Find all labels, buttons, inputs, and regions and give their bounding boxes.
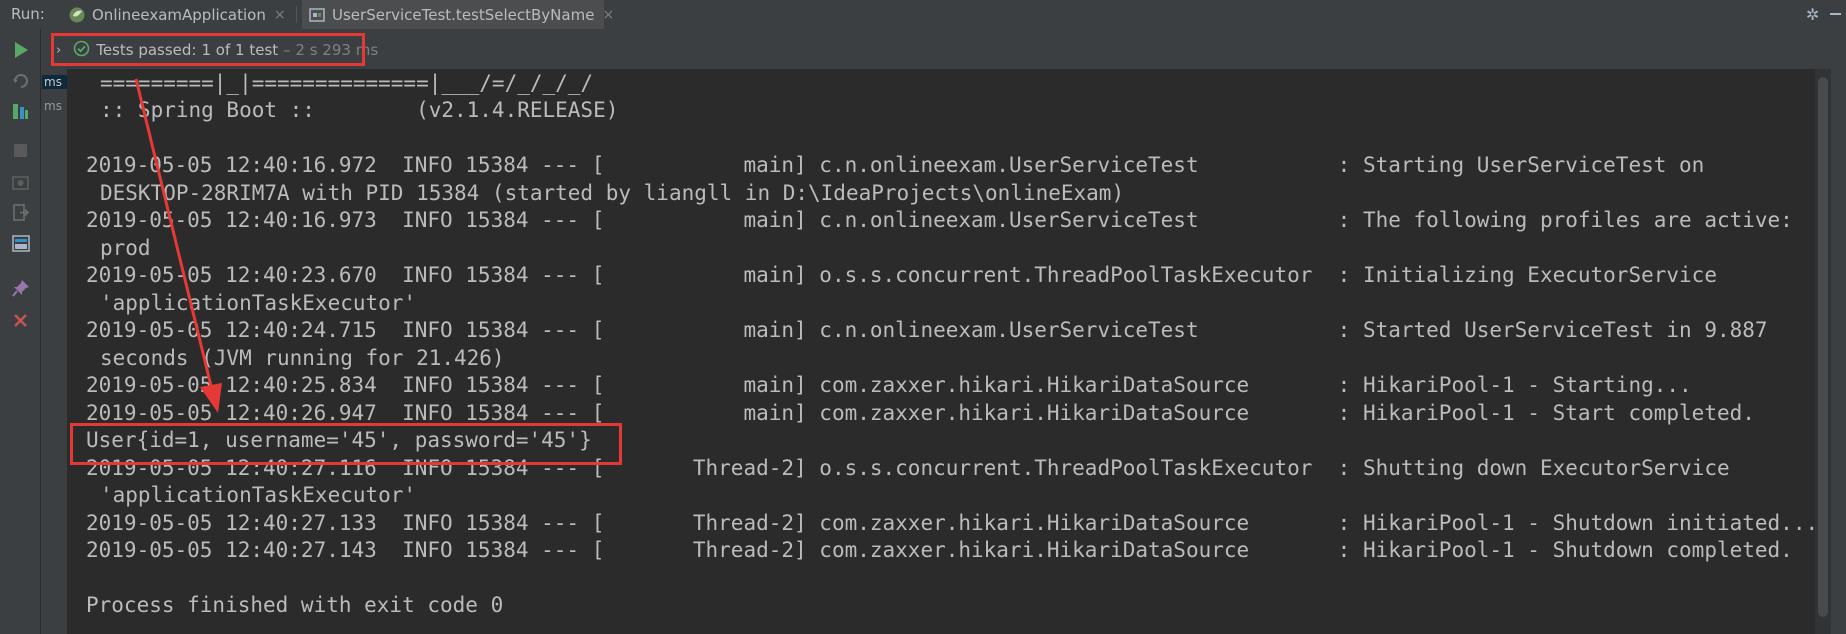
status-highlight-box [51, 33, 365, 66]
console-line: :: Spring Boot :: (v2.1.4.RELEASE) [100, 98, 619, 122]
snapshot-icon[interactable] [11, 173, 30, 192]
console-line: 2019-05-05 12:40:25.834 INFO 15384 --- [… [86, 373, 1692, 397]
pin-icon[interactable] [11, 278, 30, 297]
test-config-icon [308, 6, 326, 24]
gear-icon[interactable]: ✲ [1806, 5, 1819, 24]
spring-boot-icon [68, 6, 86, 24]
close-icon[interactable] [11, 311, 30, 330]
tab-onlineexam-application[interactable]: OnlineexamApplication × [68, 0, 297, 29]
layout-icon[interactable] [11, 234, 30, 253]
exit-icon[interactable] [11, 203, 30, 222]
console-line: 2019-05-05 12:40:24.715 INFO 15384 --- [… [86, 318, 1768, 342]
rerun-failed-icon[interactable] [11, 71, 30, 90]
scrollbar-thumb[interactable] [1818, 77, 1828, 617]
minimize-icon[interactable] [1830, 13, 1841, 15]
console-line: 2019-05-05 12:40:16.973 INFO 15384 --- [… [86, 208, 1793, 232]
tab-label: OnlineexamApplication [92, 5, 266, 24]
console-line: =========|_|==============|___/=/_/_/_/ [100, 71, 594, 95]
console-line: 'applicationTaskExecutor' [100, 291, 417, 315]
left-toolbar [0, 29, 41, 634]
console-line: 2019-05-05 12:40:16.972 INFO 15384 --- [… [86, 153, 1705, 177]
console-line: DESKTOP-28RIM7A with PID 15384 (started … [100, 181, 1125, 205]
console-line: seconds (JVM running for 21.426) [100, 346, 505, 370]
user-result-highlight-box [70, 423, 622, 465]
console-line: 'applicationTaskExecutor' [100, 483, 417, 507]
toggle-tests-icon[interactable] [11, 102, 30, 121]
rerun-icon[interactable] [11, 40, 30, 59]
console-line: Process finished with exit code 0 [86, 593, 504, 617]
tab-user-service-test[interactable]: UserServiceTest.testSelectByName × [302, 0, 614, 29]
console-output[interactable]: =========|_|==============|___/=/_/_/_/ … [68, 69, 1815, 634]
console-line: 2019-05-05 12:40:23.670 INFO 15384 --- [… [86, 263, 1717, 287]
run-label: Run: [11, 5, 45, 23]
test-duration[interactable]: ms [44, 99, 62, 113]
console-line: 2019-05-05 12:40:27.143 INFO 15384 --- [… [86, 538, 1793, 562]
close-tab-icon[interactable]: × [602, 7, 614, 23]
console-line: 2019-05-05 12:40:27.133 INFO 15384 --- [… [86, 511, 1815, 535]
stop-icon[interactable] [11, 141, 30, 160]
tab-label: UserServiceTest.testSelectByName [332, 5, 595, 24]
run-tab-bar: Run: OnlineexamApplication × UserService… [0, 0, 1846, 30]
test-duration[interactable]: ms [42, 75, 67, 89]
right-tool-strip [1831, 69, 1846, 634]
console-line: prod [100, 236, 151, 260]
test-duration-column: ms ms [41, 69, 67, 634]
close-tab-icon[interactable]: × [274, 7, 286, 23]
console-scrollbar[interactable] [1815, 69, 1831, 634]
